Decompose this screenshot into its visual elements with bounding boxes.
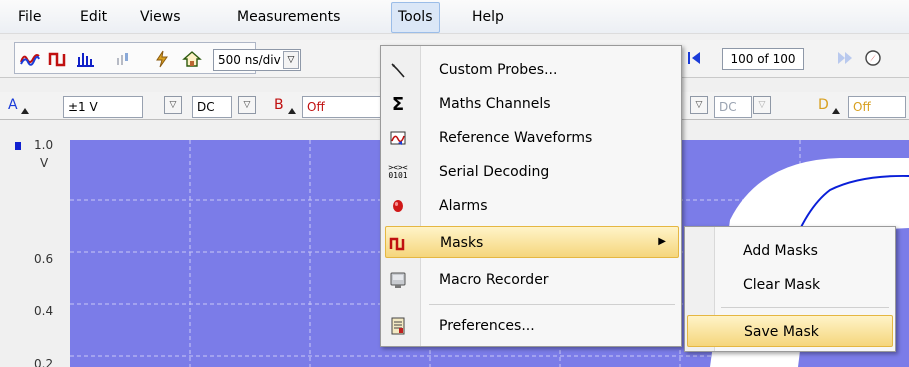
channel-b-state: Off	[307, 100, 325, 114]
channel-c-coupling-value: DC	[719, 100, 737, 114]
submenu-item-label: Save Mask	[744, 324, 819, 340]
channel-c-range-dropdown[interactable]: ▽	[690, 96, 708, 114]
sigma-icon: Σ	[391, 93, 405, 115]
menu-edit[interactable]: Edit	[80, 9, 107, 25]
rewind-icon[interactable]	[683, 47, 705, 69]
menu-item-label: Preferences...	[439, 318, 535, 334]
channel-a-label[interactable]: A	[8, 97, 18, 113]
menu-help[interactable]: Help	[472, 9, 504, 25]
menu-item-clear-mask[interactable]: Clear Mask	[687, 269, 893, 301]
menu-bar: File Edit Views Measurements Tools Help	[0, 0, 909, 34]
spectrum-mode-icon[interactable]	[75, 48, 97, 70]
channel-a-coupling[interactable]: DC	[192, 96, 232, 118]
menu-views[interactable]: Views	[140, 9, 181, 25]
compass-icon[interactable]	[862, 47, 884, 69]
reference-waveform-icon	[387, 128, 409, 148]
channel-a-coupling-value: DC	[197, 100, 215, 114]
y-axis-label-0-2: 0.2	[34, 357, 54, 367]
forward-icon[interactable]	[834, 47, 856, 69]
probe-icon	[387, 60, 409, 80]
submenu-item-label: Clear Mask	[743, 277, 821, 293]
persistence-mode-icon[interactable]	[47, 48, 69, 70]
menu-item-add-masks[interactable]: Add Masks	[687, 235, 893, 267]
menu-file[interactable]: File	[18, 9, 41, 25]
timebase-value: 500 ns/div	[218, 53, 281, 67]
channel-b-probe-icon[interactable]	[287, 104, 297, 114]
menu-item-custom-probes[interactable]: Custom Probes...	[385, 54, 679, 86]
menu-item-save-mask[interactable]: Save Mask	[687, 315, 893, 347]
capture-count-value: 100 of 100	[730, 52, 796, 66]
capture-counter[interactable]: 100 of 100	[722, 48, 804, 70]
y-axis-label-0-4: 0.4	[34, 304, 54, 318]
timebase-select[interactable]: 500 ns/div ▽	[213, 49, 301, 71]
menu-item-reference-waveforms[interactable]: Reference Waveforms	[385, 122, 679, 154]
channel-marker[interactable]	[15, 142, 21, 150]
menu-item-macro-recorder[interactable]: Macro Recorder	[385, 264, 679, 296]
channel-c-coupling[interactable]: DC	[714, 96, 752, 118]
alarm-icon	[387, 196, 409, 216]
channel-a-probe-icon[interactable]	[20, 104, 30, 114]
menu-item-alarms[interactable]: Alarms	[385, 190, 679, 222]
channel-b-label[interactable]: B	[274, 97, 284, 113]
channel-d-probe-icon[interactable]	[831, 104, 841, 114]
mask-icon	[388, 233, 410, 253]
home-icon[interactable]	[181, 48, 203, 70]
menu-item-label: Reference Waveforms	[439, 130, 593, 146]
submenu-separator	[721, 307, 889, 308]
macro-recorder-icon	[387, 270, 409, 290]
submenu-item-label: Add Masks	[743, 243, 818, 259]
auto-setup-icon[interactable]	[151, 48, 173, 70]
y-axis-unit: V	[40, 156, 49, 170]
channel-d-label[interactable]: D	[818, 97, 829, 113]
serial-decoding-icon: ><>< 0101	[388, 163, 408, 180]
menu-measurements[interactable]: Measurements	[237, 9, 340, 25]
menu-tools[interactable]: Tools	[391, 2, 440, 33]
masks-submenu: Add Masks Clear Mask Save Mask	[684, 226, 896, 352]
channel-a-range[interactable]: ±1 V	[63, 96, 143, 118]
tools-menu: Custom Probes... Σ Maths Channels Refere…	[380, 45, 682, 347]
menu-item-label: Macro Recorder	[439, 272, 549, 288]
channel-d-range[interactable]: Off	[848, 96, 906, 118]
mode-toolbar-group: 500 ns/div ▽	[14, 42, 301, 74]
scope-mode-icon[interactable]	[19, 48, 41, 70]
menu-item-preferences[interactable]: Preferences...	[385, 310, 679, 342]
y-axis-label-0-6: 0.6	[34, 252, 54, 266]
channel-b-range[interactable]: Off	[302, 96, 382, 118]
y-axis-label-top: 1.0	[34, 138, 54, 152]
channel-a-coupling-dropdown[interactable]: ▽	[238, 96, 256, 114]
menu-item-label: Custom Probes...	[439, 62, 558, 78]
preferences-icon	[387, 316, 409, 336]
channel-a-range-value: ±1 V	[68, 100, 98, 114]
menu-item-label: Maths Channels	[439, 96, 551, 112]
channel-a-range-dropdown[interactable]: ▽	[164, 96, 182, 114]
chevron-down-icon[interactable]: ▽	[283, 51, 299, 69]
menu-item-serial-decoding[interactable]: ><>< 0101 Serial Decoding	[385, 156, 679, 188]
menu-item-masks[interactable]: Masks ▶	[385, 226, 679, 258]
menu-item-label: Serial Decoding	[439, 164, 550, 180]
submenu-arrow-icon: ▶	[658, 236, 666, 247]
menu-item-maths-channels[interactable]: Σ Maths Channels	[385, 88, 679, 120]
menu-item-label: Masks	[440, 235, 484, 251]
disabled-mode-icon[interactable]	[113, 48, 135, 70]
channel-d-state: Off	[853, 100, 871, 114]
menu-separator	[429, 304, 675, 305]
menu-item-label: Alarms	[439, 198, 488, 214]
channel-c-coupling-dropdown[interactable]: ▽	[753, 96, 771, 114]
